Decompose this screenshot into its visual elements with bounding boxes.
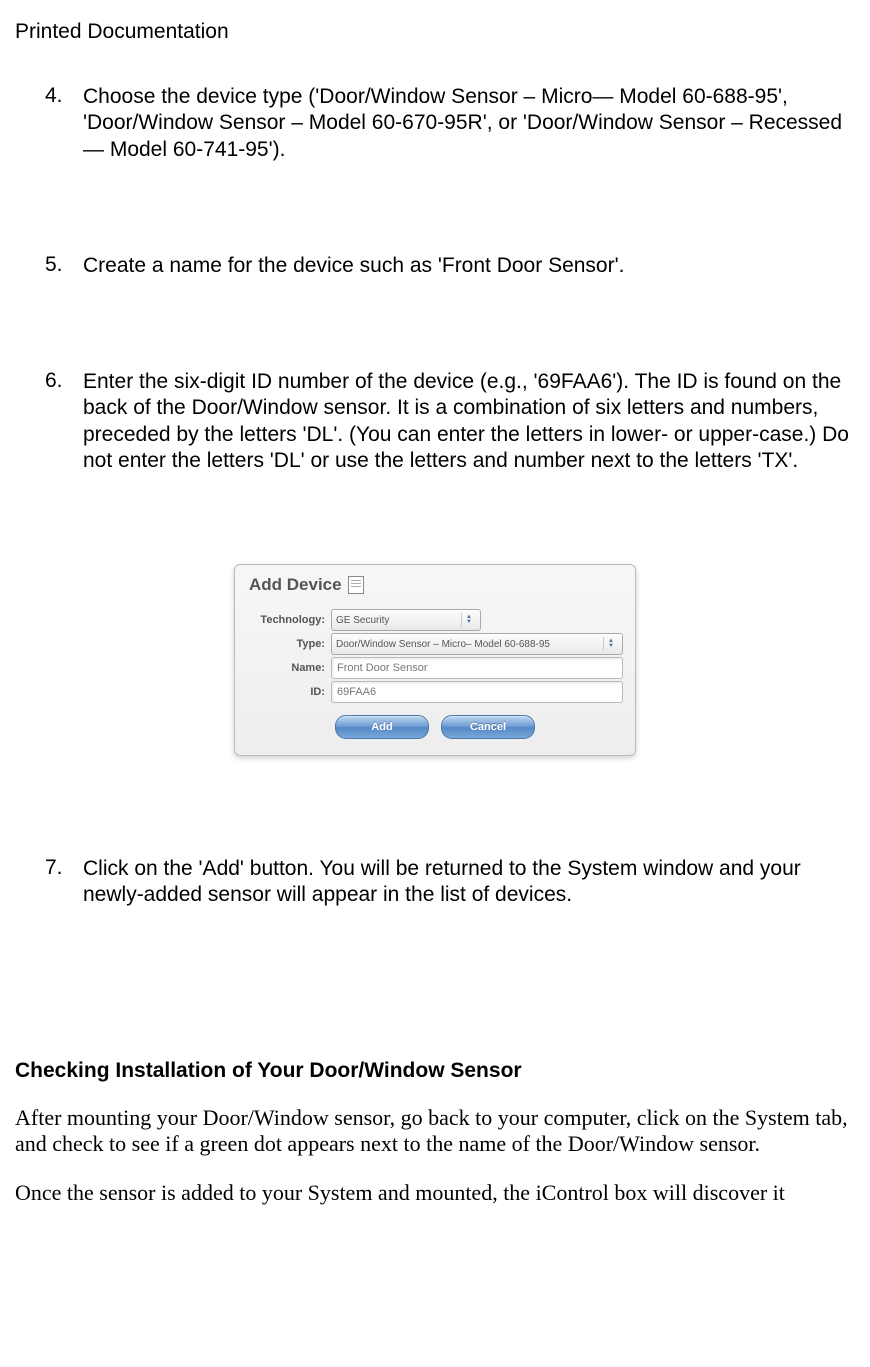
input-name[interactable]: Front Door Sensor	[331, 657, 623, 679]
list-text: Create a name for the device such as 'Fr…	[83, 253, 855, 279]
dialog-button-row: Add Cancel	[235, 715, 635, 739]
add-button[interactable]: Add	[335, 715, 429, 739]
label-id: ID:	[247, 686, 331, 698]
dialog-title: Add Device	[235, 565, 635, 607]
list-item-7: 7. Click on the 'Add' button. You will b…	[45, 856, 855, 909]
list-item-5: 5. Create a name for the device such as …	[45, 253, 855, 279]
select-technology[interactable]: GE Security ▲▼	[331, 609, 481, 631]
list-item-6: 6. Enter the six-digit ID number of the …	[45, 369, 855, 474]
list-number: 4.	[45, 84, 83, 163]
page-header: Printed Documentation	[15, 20, 855, 44]
input-id[interactable]: 69FAA6	[331, 681, 623, 703]
list-number: 7.	[45, 856, 83, 909]
paragraph-2: Once the sensor is added to your System …	[15, 1180, 855, 1207]
input-name-value: Front Door Sensor	[337, 662, 427, 674]
list-item-4: 4. Choose the device type ('Door/Window …	[45, 84, 855, 163]
chevron-updown-icon: ▲▼	[603, 637, 618, 651]
dialog-title-text: Add Device	[249, 575, 342, 595]
list-number: 6.	[45, 369, 83, 474]
list-text: Choose the device type ('Door/Window Sen…	[83, 84, 855, 163]
cancel-button[interactable]: Cancel	[441, 715, 535, 739]
chevron-updown-icon: ▲▼	[461, 613, 476, 627]
row-type: Type: Door/Window Sensor – Micro– Model …	[247, 633, 623, 655]
select-type[interactable]: Door/Window Sensor – Micro– Model 60-688…	[331, 633, 623, 655]
list-number: 5.	[45, 253, 83, 279]
label-name: Name:	[247, 662, 331, 674]
list-text: Enter the six-digit ID number of the dev…	[83, 369, 855, 474]
row-id: ID: 69FAA6	[247, 681, 623, 703]
select-type-value: Door/Window Sensor – Micro– Model 60-688…	[336, 639, 550, 650]
row-technology: Technology: GE Security ▲▼	[247, 609, 623, 631]
paragraph-1: After mounting your Door/Window sensor, …	[15, 1105, 855, 1159]
list-text: Click on the 'Add' button. You will be r…	[83, 856, 855, 909]
select-technology-value: GE Security	[336, 615, 389, 626]
document-icon	[348, 576, 364, 594]
dialog-screenshot: Add Device Technology: GE Security ▲▼ Ty…	[15, 564, 855, 756]
input-id-value: 69FAA6	[337, 686, 376, 698]
add-device-dialog: Add Device Technology: GE Security ▲▼ Ty…	[234, 564, 636, 756]
label-technology: Technology:	[247, 614, 331, 626]
section-heading: Checking Installation of Your Door/Windo…	[15, 1059, 855, 1083]
row-name: Name: Front Door Sensor	[247, 657, 623, 679]
label-type: Type:	[247, 638, 331, 650]
